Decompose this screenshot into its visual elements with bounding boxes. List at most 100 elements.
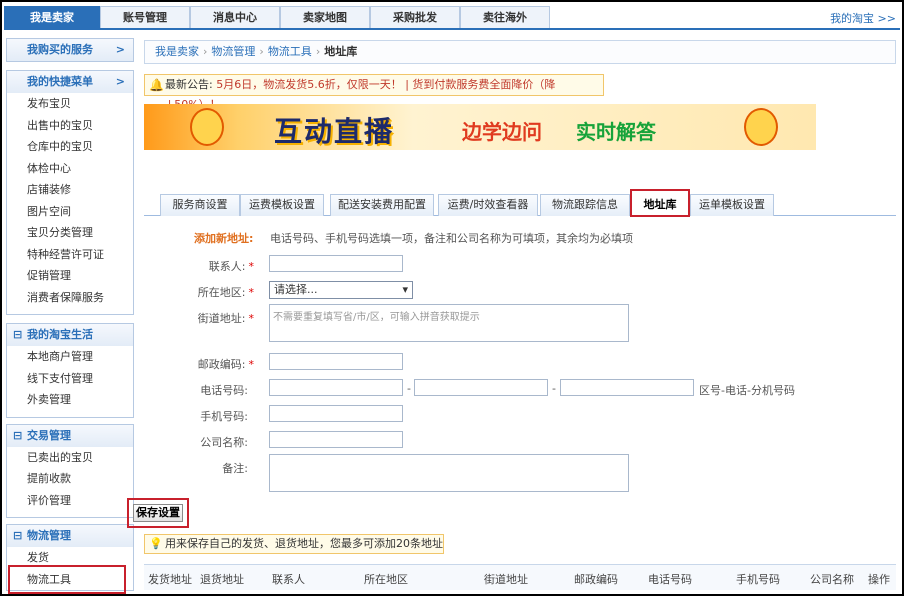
required-mark: * <box>248 312 255 325</box>
breadcrumb-current: 地址库 <box>324 45 358 58</box>
banner-subtitle-2: 实时解答 <box>576 120 656 144</box>
promo-banner[interactable]: 互动直播 边学边问 实时解答 <box>144 104 816 150</box>
mascot-image <box>190 108 224 146</box>
tab-waybill-template[interactable]: 运单模板设置 <box>690 194 774 216</box>
col-mobile: 手机号码 <box>736 573 780 586</box>
announcement-prefix: 最新公告: <box>165 78 217 91</box>
required-mark: * <box>248 260 255 273</box>
tab-tracking-info[interactable]: 物流跟踪信息 <box>540 194 630 216</box>
note-textarea[interactable] <box>269 454 629 492</box>
breadcrumb-logistics[interactable]: 物流管理 <box>211 45 255 58</box>
col-company: 公司名称 <box>810 573 854 586</box>
my-taobao-link[interactable]: 我的淘宝 >> <box>830 10 896 26</box>
contact-input[interactable] <box>269 255 403 272</box>
sidebar-life: ⊟ 我的淘宝生活 本地商户管理 线下支付管理 外卖管理 <box>6 323 134 418</box>
bell-icon: 🔔 <box>149 78 164 92</box>
breadcrumb-seller[interactable]: 我是卖家 <box>155 45 199 58</box>
tip-bar: 💡 用来保存自己的发货、退货地址，您最多可添加20条地址 <box>144 534 444 554</box>
collapse-icon: ⊟ <box>13 328 23 341</box>
sidebar-item-publish[interactable]: 发布宝贝 <box>7 93 133 115</box>
col-region: 所在地区 <box>364 573 408 586</box>
tab-install-fee[interactable]: 配送安装费用配置 <box>330 194 434 216</box>
sidebar-item-checkup[interactable]: 体检中心 <box>7 158 133 180</box>
phone-dash: - <box>407 382 411 395</box>
address-table-header: 发货地址 退货地址 联系人 所在地区 街道地址 邮政编码 电话号码 手机号码 公… <box>144 564 896 590</box>
required-mark: * <box>248 286 255 299</box>
chevron-right-icon: > <box>115 75 125 88</box>
col-ship-address: 发货地址 <box>148 573 192 586</box>
col-phone: 电话号码 <box>648 573 692 586</box>
sidebar-logistics-header[interactable]: ⊟ 物流管理 <box>7 525 133 547</box>
sidebar-item-takeout[interactable]: 外卖管理 <box>7 389 133 411</box>
form-section-title: 添加新地址: <box>194 232 254 245</box>
tab-provider-settings[interactable]: 服务商设置 <box>160 194 240 216</box>
topnav-tab-overseas[interactable]: 卖往海外 <box>460 6 550 28</box>
sidebar-bought-services: 我购买的服务 > <box>6 38 134 62</box>
breadcrumb-tools[interactable]: 物流工具 <box>268 45 312 58</box>
sidebar-item-license[interactable]: 特种经营许可证 <box>7 244 133 266</box>
phone-number-input[interactable] <box>414 379 548 396</box>
mascot-image <box>744 108 778 146</box>
sidebar-bought-header[interactable]: 我购买的服务 > <box>7 39 133 61</box>
region-select[interactable]: 请选择... ▾ <box>269 281 413 299</box>
label-phone: 电话号码: <box>200 384 248 397</box>
sidebar-item-sold[interactable]: 已卖出的宝贝 <box>7 447 133 469</box>
collapse-icon: ⊟ <box>13 428 23 442</box>
sidebar: 我购买的服务 > 我的快捷菜单 > 发布宝贝 出售中的宝贝 仓库中的宝贝 体检中… <box>6 38 134 591</box>
sidebar-bought-title: 我购买的服务 <box>27 43 93 56</box>
chevron-right-icon: > <box>115 43 125 56</box>
label-contact: 联系人: <box>208 260 246 273</box>
phone-format-hint: 区号-电话-分机号码 <box>699 384 795 397</box>
sidebar-trade-header[interactable]: ⊟ 交易管理 <box>7 424 133 447</box>
topnav-tab-account[interactable]: 账号管理 <box>100 6 190 28</box>
banner-title: 互动直播 <box>274 115 395 148</box>
tab-freight-template[interactable]: 运费模板设置 <box>240 194 324 216</box>
announcement-link-1[interactable]: 5月6日，物流发货5.6折，仅限一天！ <box>216 78 402 91</box>
form-section-hint: 电话号码、手机号码选填一项，备注和公司名称为可填项，其余均为必填项 <box>270 232 633 245</box>
sidebar-quick-menu: 我的快捷菜单 > 发布宝贝 出售中的宝贝 仓库中的宝贝 体检中心 店铺装修 图片… <box>6 70 134 315</box>
zip-input[interactable] <box>269 353 403 370</box>
col-zip: 邮政编码 <box>574 573 618 586</box>
sidebar-item-promotion[interactable]: 促销管理 <box>7 265 133 287</box>
banner-subtitle-1: 边学边问 <box>462 120 542 144</box>
page-frame: 我是卖家 账号管理 消息中心 卖家地图 采购批发 卖往海外 我的淘宝 >> 我购… <box>2 2 902 594</box>
label-zip: 邮政编码: <box>197 358 246 371</box>
phone-dash: - <box>552 382 556 395</box>
mobile-input[interactable] <box>269 405 403 422</box>
col-street: 街道地址 <box>484 573 528 586</box>
topnav-tab-wholesale[interactable]: 采购批发 <box>370 6 460 28</box>
street-textarea[interactable]: 不需要重复填写省/市/区，可输入拼音获取提示 <box>269 304 629 342</box>
sidebar-item-on-sale[interactable]: 出售中的宝贝 <box>7 115 133 137</box>
tab-freight-viewer[interactable]: 运费/时效查看器 <box>438 194 538 216</box>
sidebar-quick-title: 我的快捷菜单 <box>27 75 93 88</box>
topnav-tab-messages[interactable]: 消息中心 <box>190 6 280 28</box>
sidebar-item-protection[interactable]: 消费者保障服务 <box>7 287 133 309</box>
sidebar-item-decoration[interactable]: 店铺装修 <box>7 179 133 201</box>
highlight-logistics-tools <box>8 565 126 594</box>
sidebar-item-advance[interactable]: 提前收款 <box>7 468 133 490</box>
col-actions: 操作 <box>868 573 890 586</box>
phone-ext-input[interactable] <box>560 379 694 396</box>
sidebar-logistics-title: 物流管理 <box>27 529 71 542</box>
tab-address-library[interactable]: 地址库 <box>630 189 690 217</box>
required-mark: * <box>248 358 255 371</box>
tip-text: 用来保存自己的发货、退货地址，您最多可添加20条地址 <box>165 537 443 550</box>
sidebar-item-category[interactable]: 宝贝分类管理 <box>7 222 133 244</box>
sidebar-item-reviews[interactable]: 评价管理 <box>7 490 133 512</box>
sidebar-trade: ⊟ 交易管理 已卖出的宝贝 提前收款 评价管理 <box>6 423 134 518</box>
sidebar-item-warehouse[interactable]: 仓库中的宝贝 <box>7 136 133 158</box>
phone-area-input[interactable] <box>269 379 403 396</box>
sidebar-item-offline-pay[interactable]: 线下支付管理 <box>7 368 133 390</box>
company-input[interactable] <box>269 431 403 448</box>
topnav-tab-seller-map[interactable]: 卖家地图 <box>280 6 370 28</box>
chevron-down-icon: ▾ <box>402 283 408 296</box>
sidebar-item-image-space[interactable]: 图片空间 <box>7 201 133 223</box>
sidebar-life-header[interactable]: ⊟ 我的淘宝生活 <box>7 324 133 346</box>
sidebar-quick-header[interactable]: 我的快捷菜单 > <box>7 71 133 93</box>
topnav-tab-seller[interactable]: 我是卖家 <box>4 6 100 28</box>
collapse-icon: ⊟ <box>13 529 23 542</box>
save-button[interactable]: 保存设置 <box>133 504 183 522</box>
sidebar-item-local-merchant[interactable]: 本地商户管理 <box>7 346 133 368</box>
sidebar-life-title: 我的淘宝生活 <box>27 328 93 341</box>
save-button-highlight: 保存设置 <box>127 498 189 528</box>
